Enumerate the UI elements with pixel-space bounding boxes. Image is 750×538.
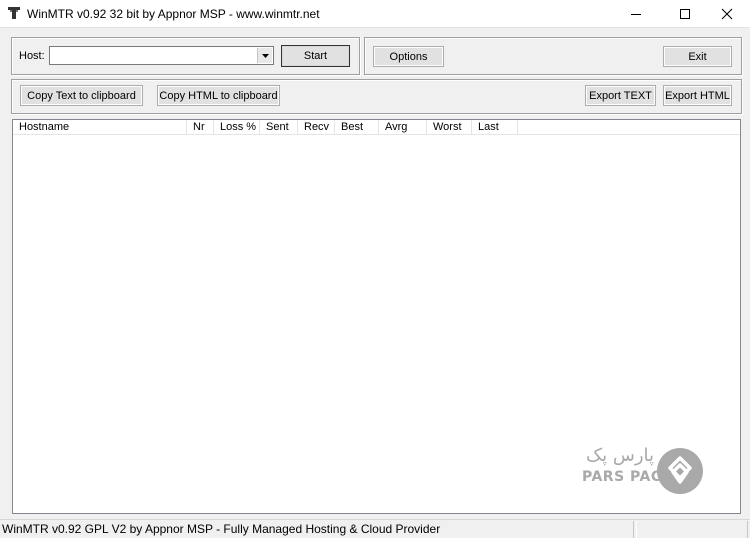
close-button[interactable] [704, 0, 750, 28]
column-hostname[interactable]: Hostname [13, 120, 187, 135]
column-avrg[interactable]: Avrg [379, 120, 427, 135]
title-bar[interactable]: WinMTR v0.92 32 bit by Appnor MSP - www.… [0, 0, 750, 28]
parspack-watermark: پارس پک PARS PACK [580, 443, 708, 497]
status-bar: WinMTR v0.92 GPL V2 by Appnor MSP - Full… [0, 519, 750, 538]
column-nr[interactable]: Nr [187, 120, 214, 135]
column-last[interactable]: Last [472, 120, 518, 135]
export-html-button[interactable]: Export HTML [663, 85, 732, 106]
column-loss[interactable]: Loss % [214, 120, 260, 135]
table-header: Hostname Nr Loss % Sent Recv Best Avrg W… [13, 120, 740, 135]
host-dropdown-button[interactable] [257, 48, 272, 63]
start-button[interactable]: Start [281, 45, 350, 67]
app-icon [8, 7, 20, 19]
status-text: WinMTR v0.92 GPL V2 by Appnor MSP - Full… [0, 521, 634, 538]
chevron-down-icon [261, 53, 269, 58]
maximize-icon [680, 9, 690, 19]
parspack-logo-icon [657, 448, 703, 494]
status-pane-empty [636, 521, 748, 538]
options-button[interactable]: Options [373, 46, 444, 67]
column-worst[interactable]: Worst [427, 120, 472, 135]
host-combobox[interactable] [49, 46, 274, 65]
exit-button[interactable]: Exit [663, 46, 732, 67]
column-best[interactable]: Best [335, 120, 379, 135]
column-sent[interactable]: Sent [260, 120, 298, 135]
window-title: WinMTR v0.92 32 bit by Appnor MSP - www.… [27, 7, 320, 21]
minimize-button[interactable] [613, 0, 659, 28]
close-icon [721, 8, 733, 20]
export-text-button[interactable]: Export TEXT [585, 85, 656, 106]
maximize-button[interactable] [662, 0, 708, 28]
watermark-arabic-text: پارس پک [586, 445, 655, 466]
host-label: Host: [19, 50, 45, 62]
column-recv[interactable]: Recv [298, 120, 335, 135]
copy-html-button[interactable]: Copy HTML to clipboard [157, 85, 280, 106]
minimize-icon [631, 14, 641, 15]
copy-text-button[interactable]: Copy Text to clipboard [20, 85, 143, 106]
